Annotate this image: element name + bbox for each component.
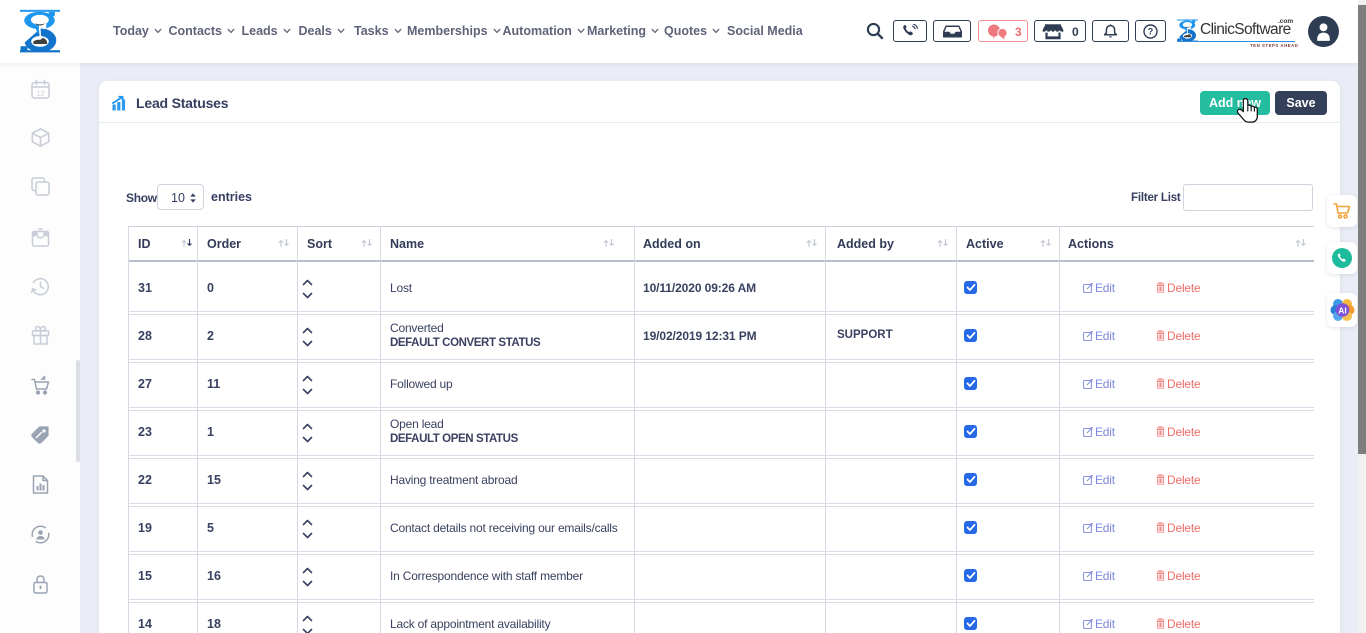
svg-text:AI: AI bbox=[1338, 306, 1347, 316]
svg-text:?: ? bbox=[1147, 27, 1153, 37]
svg-text:12: 12 bbox=[36, 89, 44, 98]
